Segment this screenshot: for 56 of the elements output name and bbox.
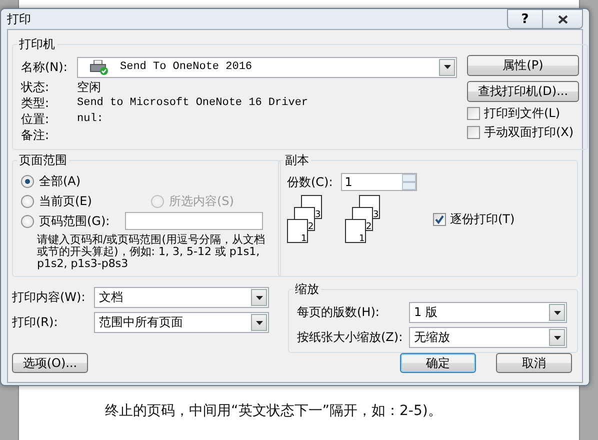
hint-text: 请键入页码和/或页码范围(用逗号分隔，从文档或节的开头算起)，例如: 1, 3, 5-12 或 p1s1, p1s2, p1s3-p8s3 <box>37 234 266 270</box>
field-value: 空闲 <box>77 78 101 96</box>
radio-button[interactable] <box>21 214 34 228</box>
group-title: 页面范围 <box>18 152 68 169</box>
field-label: 每页的版数(H): <box>297 304 380 321</box>
radio-label: 当前页(E) <box>39 192 92 210</box>
field-label: 名称(N): <box>21 58 68 76</box>
field-label: 打印(R): <box>12 314 59 331</box>
close-button[interactable] <box>543 9 583 29</box>
dropdown-arrow-icon <box>554 336 560 340</box>
checkbox-label: 逐份打印(T) <box>450 210 515 228</box>
dialog-button[interactable]: 取消 <box>496 353 572 373</box>
field-label: 备注: <box>21 126 50 144</box>
help-button[interactable]: ? <box>507 9 543 29</box>
dialog-button[interactable]: 确定 <box>400 353 476 373</box>
option-select[interactable]: 范围中所有页面 <box>94 312 269 333</box>
dropdown-arrow-icon <box>256 296 262 300</box>
group-title: 缩放 <box>294 281 320 298</box>
field-label: 状态: <box>21 78 50 96</box>
field-value: Send to Microsoft OneNote 16 Driver <box>77 97 308 109</box>
field-label: 类型: <box>21 94 50 112</box>
dropdown-arrow-icon <box>256 320 262 324</box>
field-label: 按纸张大小缩放(Z): <box>297 329 404 346</box>
field-label: 位置: <box>21 110 50 128</box>
dropdown-arrow-icon <box>444 65 450 69</box>
checkbox[interactable] <box>467 107 480 120</box>
close-icon <box>558 14 568 24</box>
copies-spinner[interactable]: 1 <box>340 173 417 191</box>
printer-button[interactable]: 属性(P) <box>467 55 579 76</box>
checkbox-label: 打印到文件(L) <box>484 105 560 122</box>
radio-label: 页码范围(G): <box>39 212 110 230</box>
window-title: 打印 <box>7 10 32 28</box>
radio-button[interactable] <box>21 174 34 188</box>
page-stack-drawing: 3 2 1 <box>287 195 323 243</box>
printer-button[interactable]: 查找打印机(D)... <box>467 81 579 102</box>
checkbox[interactable] <box>467 126 480 139</box>
dialog-button[interactable]: 选项(O)... <box>12 353 88 373</box>
option-select[interactable]: 文档 <box>94 287 269 308</box>
radio-label: 所选内容(S) <box>169 192 234 210</box>
printer-icon <box>90 60 108 74</box>
dropdown-arrow-icon <box>554 310 560 314</box>
option-select[interactable]: 无缩放 <box>409 327 567 348</box>
radio-label: 全部(A) <box>39 172 81 190</box>
group-title: 副本 <box>284 152 310 169</box>
field-value: nul: <box>77 113 104 125</box>
option-select[interactable]: 1 版 <box>409 302 567 323</box>
radio-button[interactable] <box>21 194 34 208</box>
page-stack-drawing: 3 2 1 <box>345 195 381 243</box>
field-label: 打印内容(W): <box>12 289 86 306</box>
document-text: 终止的页码，中间用“英文状态下一”隔开，如：2-5)。 <box>105 402 442 420</box>
page-range-field[interactable] <box>125 212 263 230</box>
checkbox-label: 手动双面打印(X) <box>484 124 574 141</box>
group-title: 打印机 <box>18 36 56 53</box>
checkbox[interactable] <box>433 212 446 226</box>
printer-select[interactable]: Send To OneNote 2016 <box>77 56 457 78</box>
field-label: 份数(C): <box>287 174 333 190</box>
